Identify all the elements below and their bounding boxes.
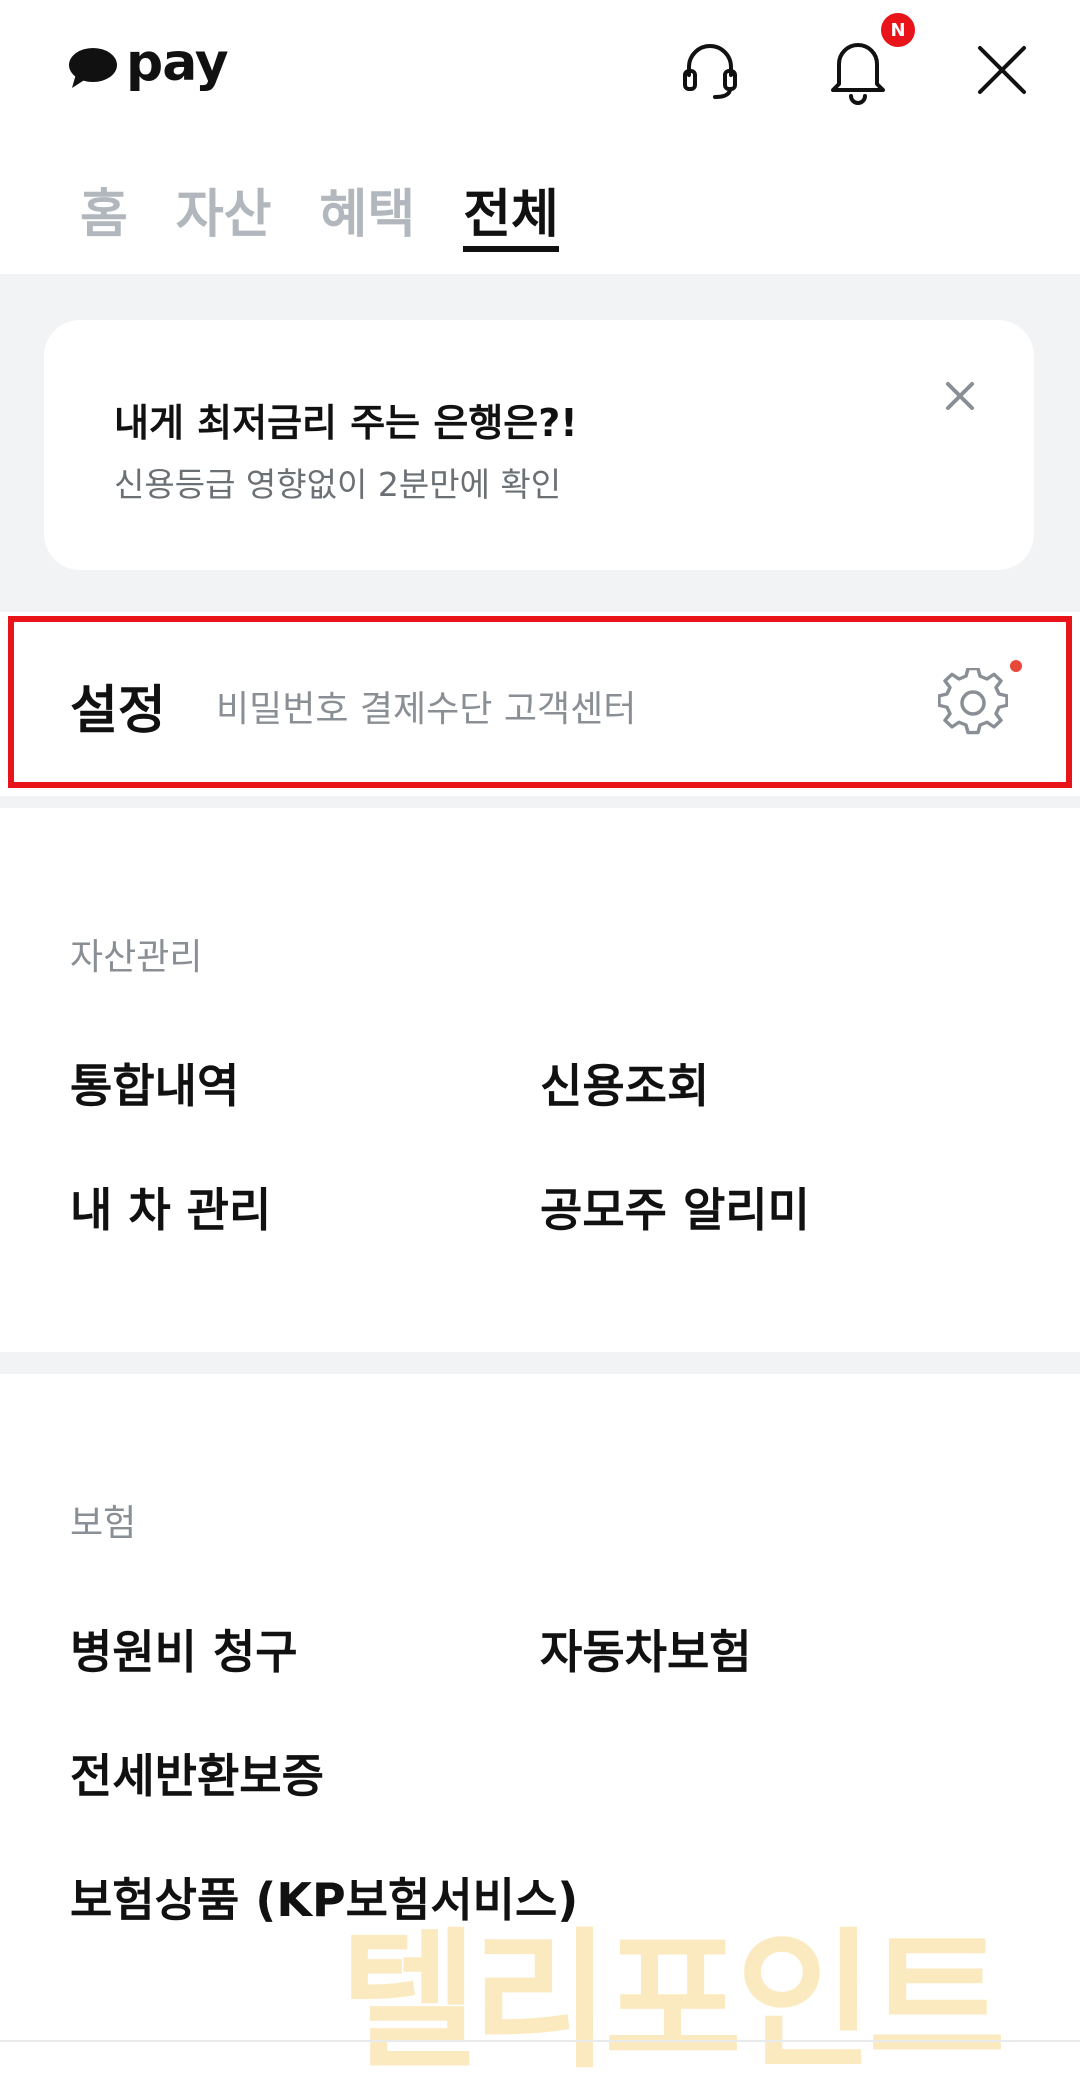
speech-bubble-icon <box>68 46 118 88</box>
menu-car-insurance[interactable]: 자동차보험 <box>540 1616 752 1682</box>
kakaopay-logo: pay <box>68 32 229 102</box>
tab-home[interactable]: 홈 <box>80 172 128 252</box>
promo-title: 내게 최저금리 주는 은행은?! <box>114 401 578 445</box>
gear-icon[interactable] <box>937 666 1009 738</box>
close-icon[interactable] <box>962 30 1042 110</box>
promo-banner[interactable]: 내게 최저금리 주는 은행은?! 신용등급 영향없이 2분만에 확인 <box>44 320 1034 570</box>
menu-ipo-alert[interactable]: 공모주 알리미 <box>540 1174 810 1240</box>
settings-subtitle: 비밀번호 결제수단 고객센터 <box>216 689 637 730</box>
bottom-divider <box>0 2040 1080 2042</box>
notification-badge: N <box>878 10 918 50</box>
tab-assets[interactable]: 자산 <box>176 172 272 252</box>
section-label-insurance: 보험 <box>70 1503 137 1544</box>
promo-subtitle: 신용등급 영향없이 2분만에 확인 <box>114 465 562 504</box>
menu-hospital-claim[interactable]: 병원비 청구 <box>70 1616 298 1682</box>
tab-all[interactable]: 전체 <box>463 172 559 252</box>
tab-bar: 홈 자산 혜택 전체 <box>80 172 607 252</box>
menu-credit-check[interactable]: 신용조회 <box>540 1050 709 1116</box>
logo-text: pay <box>126 33 229 93</box>
section-label-asset: 자산관리 <box>70 937 203 978</box>
headset-icon[interactable] <box>670 30 750 110</box>
tab-benefits[interactable]: 혜택 <box>320 172 416 252</box>
menu-integrated-history[interactable]: 통합내역 <box>70 1050 239 1116</box>
new-dot <box>1010 660 1022 672</box>
promo-close-icon[interactable] <box>940 376 980 416</box>
watermark: 텔리포인트 <box>340 1915 1006 2089</box>
settings-title: 설정 <box>70 681 166 741</box>
section-divider <box>0 1352 1080 1374</box>
menu-my-car[interactable]: 내 차 관리 <box>70 1174 271 1240</box>
menu-jeonse-guarantee[interactable]: 전세반환보증 <box>70 1740 324 1806</box>
